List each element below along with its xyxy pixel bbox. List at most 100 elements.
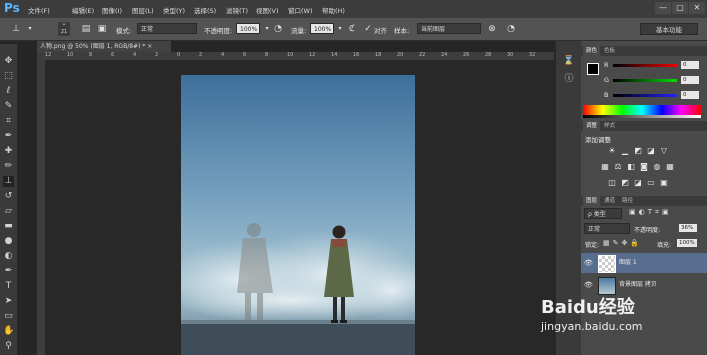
visibility-eye-icon[interactable]: 👁 <box>584 275 593 295</box>
curves-icon[interactable]: ◩ <box>633 146 643 155</box>
brush-size-picker[interactable]: • 21 <box>58 22 70 36</box>
tab-styles[interactable]: 样式 <box>601 121 618 131</box>
levels-icon[interactable]: ▁ <box>620 146 630 155</box>
g-slider[interactable] <box>613 79 677 82</box>
foreground-color-swatch[interactable] <box>587 63 599 75</box>
tab-paths[interactable]: 路径 <box>619 196 636 206</box>
sample-select[interactable]: 当前图层 <box>417 23 481 34</box>
hand-tool-icon[interactable]: ✋ <box>3 326 14 337</box>
menu-window[interactable]: 窗口(W) <box>288 5 313 15</box>
minimize-button[interactable]: — <box>655 2 671 14</box>
eyedropper-tool-icon[interactable]: ✒ <box>3 131 14 142</box>
eraser-tool-icon[interactable]: ▱ <box>3 206 14 217</box>
properties-panel-icon[interactable]: ⓘ <box>563 73 575 85</box>
menu-file[interactable]: 文件(F) <box>28 5 50 15</box>
menu-image[interactable]: 图像(I) <box>102 5 122 15</box>
ruler-tick-label: 22 <box>419 52 426 58</box>
menu-type[interactable]: 类型(Y) <box>163 5 185 15</box>
color-lookup-icon[interactable]: ▦ <box>665 162 675 171</box>
rectangle-tool-icon[interactable]: ▭ <box>3 311 14 322</box>
path-selection-tool-icon[interactable]: ➤ <box>3 296 14 307</box>
menu-select[interactable]: 选择(S) <box>194 5 216 15</box>
layer-kind-filter[interactable]: ρ 类型 <box>584 208 622 219</box>
workspace-switcher[interactable]: 基本功能 <box>640 23 698 35</box>
r-value-input[interactable]: 0 <box>681 61 699 69</box>
layer-row[interactable]: 👁 背景图层 拷贝 <box>581 275 707 295</box>
brush-panel-icon[interactable]: ▤ <box>80 23 92 35</box>
flow-dropdown-icon[interactable]: ▾ <box>334 23 346 35</box>
menu-help[interactable]: 帮助(H) <box>322 5 345 15</box>
grayscale-ramp[interactable] <box>583 115 701 118</box>
vibrance-icon[interactable]: ▽ <box>659 146 669 155</box>
flow-input[interactable]: 100% <box>310 23 334 34</box>
tool-preset-dropdown-icon[interactable]: ▾ <box>24 23 36 35</box>
channel-mixer-icon[interactable]: ◍ <box>652 162 662 171</box>
selective-color-icon[interactable]: ▣ <box>659 178 669 187</box>
menu-edit[interactable]: 编辑(E) <box>72 5 94 15</box>
blend-mode-select[interactable]: 正常 <box>584 223 630 234</box>
ruler-tick-label: 18 <box>375 52 382 58</box>
pen-tool-icon[interactable]: ✒ <box>3 266 14 277</box>
marquee-tool-icon[interactable]: ⬚ <box>3 71 14 82</box>
quick-select-tool-icon[interactable]: ✎ <box>3 101 14 112</box>
lasso-tool-icon[interactable]: ℓ <box>3 86 14 97</box>
tab-swatches[interactable]: 色板 <box>601 46 618 56</box>
clone-stamp-tool-icon[interactable]: ⊥ <box>10 23 22 35</box>
clone-source-panel-icon[interactable]: ▣ <box>96 23 108 35</box>
opacity-input[interactable]: 100% <box>236 23 260 34</box>
g-value-input[interactable]: 0 <box>681 76 699 84</box>
healing-brush-tool-icon[interactable]: ✚ <box>3 146 14 157</box>
aligned-checkbox-icon[interactable]: ✓ <box>362 23 374 35</box>
maximize-button[interactable]: □ <box>672 2 688 14</box>
r-slider[interactable] <box>613 64 677 67</box>
tab-color[interactable]: 颜色 <box>583 46 601 56</box>
blur-tool-icon[interactable]: ● <box>3 236 14 247</box>
hue-saturation-icon[interactable]: ▦ <box>600 162 610 171</box>
tab-layers[interactable]: 图层 <box>583 196 601 206</box>
document-tab[interactable]: 人物.png @ 50% (图层 1, RGB/8#) * × <box>37 41 171 52</box>
history-brush-tool-icon[interactable]: ↺ <box>3 191 14 202</box>
mode-select[interactable]: 正常 <box>137 23 197 34</box>
document-image[interactable] <box>181 75 415 355</box>
layer-row-selected[interactable]: 👁 图层 1 <box>581 253 707 273</box>
visibility-eye-icon[interactable]: 👁 <box>584 253 593 273</box>
move-tool-icon[interactable]: ✥ <box>3 56 14 67</box>
gradient-map-icon[interactable]: ▭ <box>646 178 656 187</box>
color-spectrum-ramp[interactable] <box>583 105 701 115</box>
brightness-icon[interactable]: ☀ <box>607 146 617 155</box>
opacity-label: 不透明度: <box>204 27 233 35</box>
crop-tool-icon[interactable]: ⌗ <box>3 116 14 127</box>
black-white-icon[interactable]: ◧ <box>626 162 636 171</box>
photo-filter-icon[interactable]: ◙ <box>639 162 649 171</box>
tab-adjustments[interactable]: 调整 <box>583 121 601 131</box>
close-button[interactable]: ✕ <box>689 2 705 14</box>
exposure-icon[interactable]: ◪ <box>646 146 656 155</box>
color-balance-icon[interactable]: ⚖ <box>613 162 623 171</box>
pressure-size-icon[interactable]: ◔ <box>505 23 517 35</box>
menu-filter[interactable]: 滤镜(T) <box>226 5 248 15</box>
brush-tool-icon[interactable]: ✏ <box>3 161 14 172</box>
threshold-icon[interactable]: ◪ <box>633 178 643 187</box>
ignore-adjustment-layers-icon[interactable]: ⊗ <box>486 23 498 35</box>
dodge-tool-icon[interactable]: ◐ <box>3 251 14 262</box>
type-tool-icon[interactable]: T <box>3 281 14 292</box>
airbrush-icon[interactable]: ℭ <box>346 23 358 35</box>
menu-layer[interactable]: 图层(L) <box>132 5 154 15</box>
fill-input[interactable]: 100% <box>677 239 697 247</box>
invert-icon[interactable]: ◫ <box>607 178 617 187</box>
clone-stamp-tool-icon[interactable]: ⊥ <box>3 176 14 187</box>
b-slider[interactable] <box>613 94 677 97</box>
pressure-opacity-icon[interactable]: ◔ <box>272 23 284 35</box>
gradient-tool-icon[interactable]: ▬ <box>3 221 14 232</box>
history-panel-icon[interactable]: ⌛ <box>563 55 575 67</box>
zoom-tool-icon[interactable]: ⚲ <box>3 341 14 352</box>
posterize-icon[interactable]: ◩ <box>620 178 630 187</box>
lock-icons[interactable]: ▦✎✥🔒 <box>603 239 642 247</box>
layer-opacity-input[interactable]: 36% <box>679 224 697 232</box>
layer-filter-icons[interactable]: ▣◐T⌗▣ <box>629 208 672 217</box>
tab-channels[interactable]: 通道 <box>601 196 618 206</box>
menu-view[interactable]: 视图(V) <box>256 5 279 15</box>
aligned-label: 对齐 <box>374 27 387 35</box>
b-value-input[interactable]: 0 <box>681 91 699 99</box>
options-bar: ⊥ ▾ • 21 ▤ ▣ 模式: 正常 不透明度: 100% ▾ ◔ 流量: 10… <box>0 18 707 41</box>
